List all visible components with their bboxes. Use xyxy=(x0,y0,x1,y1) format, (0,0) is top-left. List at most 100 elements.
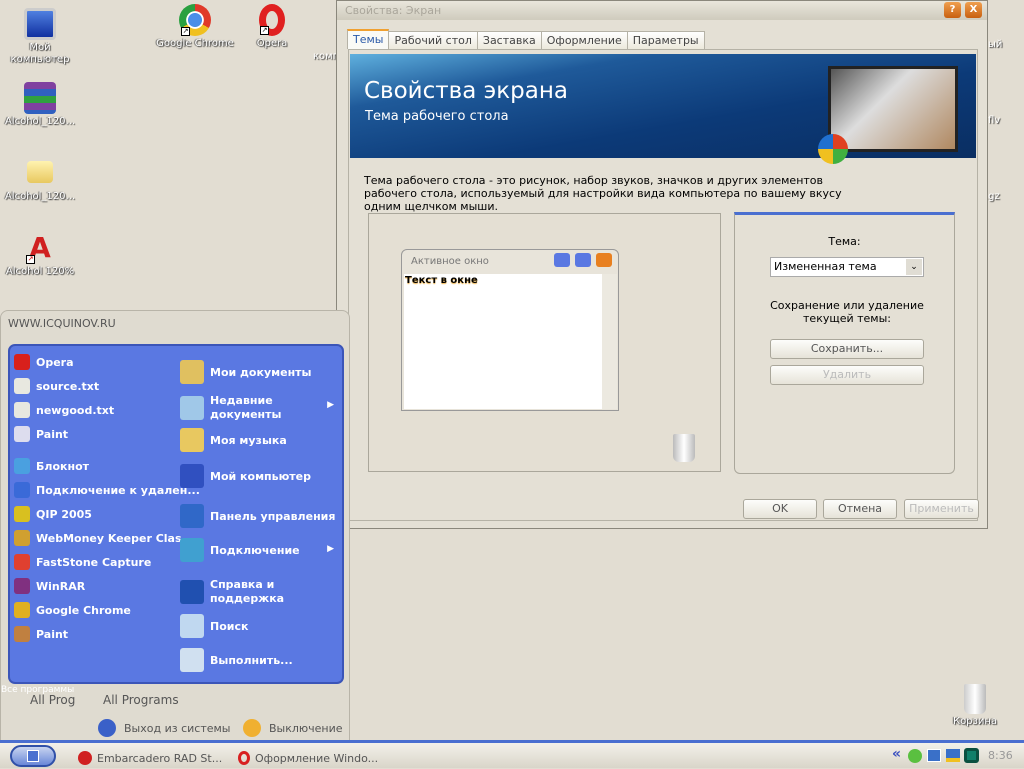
delete-theme-button[interactable]: Удалить xyxy=(770,365,924,385)
embarcadero-icon xyxy=(78,751,92,765)
chevron-down-icon: ⌄ xyxy=(906,259,922,275)
ok-button[interactable]: OK xyxy=(743,499,817,519)
control-panel-icon xyxy=(180,504,204,528)
start-menu-item[interactable]: WinRAR xyxy=(14,578,85,594)
start-menu-item[interactable]: FastStone Capture xyxy=(14,554,151,570)
save-theme-button[interactable]: Сохранить... xyxy=(770,339,924,359)
submenu-arrow-icon: ▶ xyxy=(327,400,334,410)
preview-window: Активное окно Текст в окне xyxy=(401,249,619,411)
submenu-arrow-icon: ▶ xyxy=(327,544,334,554)
desktop-icon-chrome[interactable]: ↗ Google Chrome xyxy=(155,4,235,50)
start-menu-item[interactable]: Справка и поддержка xyxy=(180,578,290,606)
logoff-button[interactable]: Выход из системы xyxy=(98,719,230,737)
tray-app-icon[interactable] xyxy=(964,748,979,763)
start-menu-item[interactable]: source.txt xyxy=(14,378,99,394)
dialog-titlebar[interactable]: Свойства: Экран xyxy=(337,1,987,20)
my-documents-icon xyxy=(180,360,204,384)
start-menu: WWW.ICQUINOV.RU Opera source.txt newgood.t… xyxy=(0,310,350,742)
show-hidden-icon[interactable]: « xyxy=(892,746,901,762)
themes-page: Свойства экрана Тема рабочего стола Тема… xyxy=(348,49,978,521)
shutdown-button[interactable]: Выключение xyxy=(243,719,343,737)
windows-logo-icon xyxy=(818,134,848,164)
text-file-icon xyxy=(14,378,30,394)
faststone-icon xyxy=(14,554,30,570)
start-menu-item[interactable]: Панель управления xyxy=(180,504,335,528)
start-menu-item[interactable]: Paint xyxy=(14,426,68,442)
start-button[interactable] xyxy=(10,745,56,767)
tab-screensaver[interactable]: Заставка xyxy=(476,31,542,49)
start-menu-item[interactable]: Выполнить... xyxy=(180,648,293,672)
banner-screens-image xyxy=(828,66,958,152)
start-menu-item[interactable]: newgood.txt xyxy=(14,402,114,418)
paint-brushes-icon xyxy=(14,626,30,642)
run-icon xyxy=(180,648,204,672)
my-music-icon xyxy=(180,428,204,452)
recent-documents-icon xyxy=(180,396,204,420)
cancel-button[interactable]: Отмена xyxy=(823,499,897,519)
my-computer-icon xyxy=(180,464,204,488)
taskbar-item-opera[interactable]: Оформление Windo... xyxy=(238,747,378,769)
theme-description: Тема рабочего стола - это рисунок, набор… xyxy=(364,174,842,213)
start-menu-item[interactable]: Недавние документы xyxy=(180,394,290,422)
start-menu-header: WWW.ICQUINOV.RU xyxy=(8,317,116,330)
start-menu-item[interactable]: Paint xyxy=(14,626,68,642)
remote-desktop-icon xyxy=(14,482,30,498)
start-menu-item[interactable]: Мой компьютер xyxy=(180,464,311,488)
tab-appearance[interactable]: Оформление xyxy=(540,31,628,49)
start-menu-item[interactable]: Подключение xyxy=(180,538,300,562)
start-menu-body: Opera source.txt newgood.txt Paint Блокнот По… xyxy=(8,344,344,684)
start-menu-item[interactable]: Opera xyxy=(14,354,74,370)
shutdown-icon xyxy=(243,719,261,737)
tab-themes[interactable]: Темы xyxy=(347,29,390,49)
network-warning-icon[interactable] xyxy=(946,749,960,762)
search-icon xyxy=(180,614,204,638)
preview-maximize-icon xyxy=(575,253,591,267)
start-menu-item[interactable]: WebMoney Keeper Clas... xyxy=(14,530,194,546)
logoff-icon xyxy=(98,719,116,737)
clock: 8:36 xyxy=(988,749,1013,762)
all-programs-button[interactable]: All Programs xyxy=(103,693,179,707)
network-icon xyxy=(180,538,204,562)
theme-preview: Активное окно Текст в окне xyxy=(368,213,721,472)
close-button[interactable]: X xyxy=(965,2,982,18)
alcohol-icon: A ↗ xyxy=(26,231,51,264)
start-menu-item[interactable]: Моя музыка xyxy=(180,428,287,452)
taskbar-item-embarcadero[interactable]: Embarcadero RAD St... xyxy=(78,747,222,769)
desktop-icon-archive[interactable]: Alcohol_120... xyxy=(0,82,80,128)
folder-icon xyxy=(27,161,53,183)
qip-icon xyxy=(14,506,30,522)
windows-logo-icon xyxy=(27,750,39,762)
help-button[interactable]: ? xyxy=(944,2,961,18)
apply-button[interactable]: Применить xyxy=(904,499,979,519)
notepad-icon xyxy=(14,458,30,474)
desktop-icon-folder[interactable]: Alcohol_120... xyxy=(0,157,80,203)
display-properties-dialog: Свойства: Экран ? X Темы Рабочий стол За… xyxy=(336,0,988,529)
desktop-icon-alcohol[interactable]: A ↗ Alcohol 120% xyxy=(0,232,80,278)
preview-close-icon xyxy=(596,253,612,267)
winrar-icon xyxy=(14,578,30,594)
desktop-icon-my-computer[interactable]: Мой компьютер xyxy=(0,8,80,66)
theme-select[interactable]: Измененная тема ⌄ xyxy=(770,257,924,277)
start-menu-item[interactable]: Мои документы xyxy=(180,360,312,384)
desktop-icon-recycle-bin[interactable]: Корзина xyxy=(935,684,1015,728)
desktop-icon-opera[interactable]: ↗ Opera xyxy=(232,4,312,50)
icq-icon[interactable] xyxy=(908,749,922,763)
chrome-icon xyxy=(14,602,30,618)
text-file-icon xyxy=(14,402,30,418)
tab-settings[interactable]: Параметры xyxy=(626,31,705,49)
taskbar: Embarcadero RAD St... Оформление Windo..… xyxy=(0,740,1024,768)
banner-title: Свойства экрана xyxy=(364,78,568,104)
network-icon[interactable] xyxy=(927,749,941,762)
start-menu-item[interactable]: Подключение к удален... xyxy=(14,482,200,498)
my-computer-icon xyxy=(24,8,56,40)
preview-minimize-icon xyxy=(554,253,570,267)
start-menu-item[interactable]: Google Chrome xyxy=(14,602,131,618)
paint-icon xyxy=(14,426,30,442)
recycle-bin-icon xyxy=(673,434,695,462)
tab-desktop[interactable]: Рабочий стол xyxy=(388,31,478,49)
all-programs-short[interactable]: All Prog xyxy=(30,693,75,707)
start-menu-item[interactable]: Блокнот xyxy=(14,458,89,474)
opera-icon xyxy=(14,354,30,370)
start-menu-item[interactable]: Поиск xyxy=(180,614,248,638)
start-menu-item[interactable]: QIP 2005 xyxy=(14,506,92,522)
